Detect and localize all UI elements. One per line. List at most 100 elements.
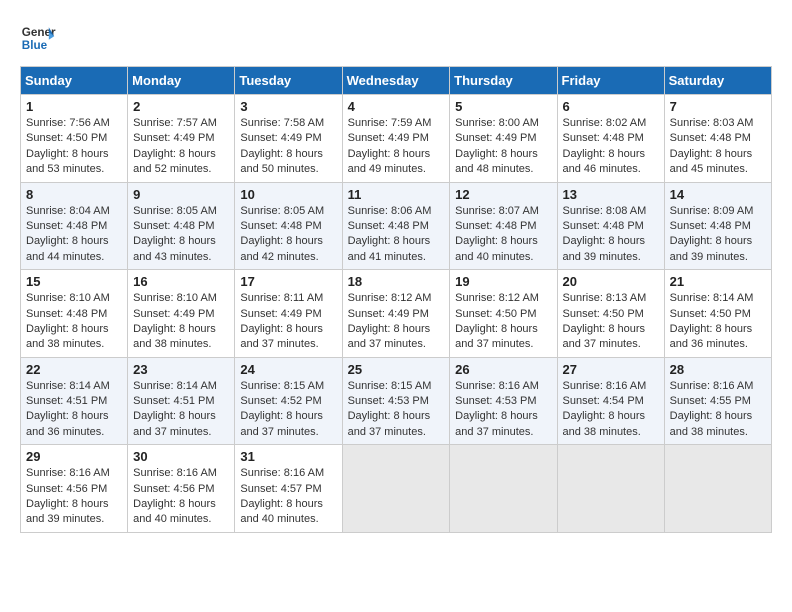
daylight-label: Daylight: 8 hours and 37 minutes. bbox=[563, 323, 646, 350]
sunrise-label: Sunrise: 8:12 AM bbox=[348, 292, 432, 304]
col-header-wednesday: Wednesday bbox=[342, 67, 450, 95]
sunrise-label: Sunrise: 8:13 AM bbox=[563, 292, 647, 304]
daylight-label: Daylight: 8 hours and 40 minutes. bbox=[240, 498, 323, 525]
sunrise-label: Sunrise: 8:15 AM bbox=[348, 380, 432, 392]
day-info: Sunrise: 8:04 AM Sunset: 4:48 PM Dayligh… bbox=[26, 204, 122, 266]
day-cell: 8 Sunrise: 8:04 AM Sunset: 4:48 PM Dayli… bbox=[21, 182, 128, 270]
col-header-thursday: Thursday bbox=[450, 67, 557, 95]
day-cell: 4 Sunrise: 7:59 AM Sunset: 4:49 PM Dayli… bbox=[342, 95, 450, 183]
col-header-monday: Monday bbox=[128, 67, 235, 95]
day-info: Sunrise: 8:05 AM Sunset: 4:48 PM Dayligh… bbox=[133, 204, 229, 266]
day-info: Sunrise: 8:16 AM Sunset: 4:57 PM Dayligh… bbox=[240, 466, 336, 528]
sunrise-label: Sunrise: 8:08 AM bbox=[563, 205, 647, 217]
day-info: Sunrise: 8:00 AM Sunset: 4:49 PM Dayligh… bbox=[455, 116, 551, 178]
day-number: 10 bbox=[240, 187, 336, 202]
day-cell: 24 Sunrise: 8:15 AM Sunset: 4:52 PM Dayl… bbox=[235, 357, 342, 445]
daylight-label: Daylight: 8 hours and 46 minutes. bbox=[563, 148, 646, 175]
day-cell: 1 Sunrise: 7:56 AM Sunset: 4:50 PM Dayli… bbox=[21, 95, 128, 183]
day-info: Sunrise: 8:02 AM Sunset: 4:48 PM Dayligh… bbox=[563, 116, 659, 178]
sunrise-label: Sunrise: 8:00 AM bbox=[455, 117, 539, 129]
svg-text:Blue: Blue bbox=[22, 39, 48, 52]
day-cell: 27 Sunrise: 8:16 AM Sunset: 4:54 PM Dayl… bbox=[557, 357, 664, 445]
day-cell: 17 Sunrise: 8:11 AM Sunset: 4:49 PM Dayl… bbox=[235, 270, 342, 358]
sunset-label: Sunset: 4:51 PM bbox=[26, 395, 107, 407]
week-row-1: 1 Sunrise: 7:56 AM Sunset: 4:50 PM Dayli… bbox=[21, 95, 772, 183]
daylight-label: Daylight: 8 hours and 37 minutes. bbox=[455, 410, 538, 437]
day-number: 26 bbox=[455, 362, 551, 377]
day-number: 27 bbox=[563, 362, 659, 377]
day-info: Sunrise: 8:13 AM Sunset: 4:50 PM Dayligh… bbox=[563, 291, 659, 353]
day-number: 14 bbox=[670, 187, 766, 202]
day-cell bbox=[664, 445, 771, 533]
day-info: Sunrise: 8:16 AM Sunset: 4:53 PM Dayligh… bbox=[455, 379, 551, 441]
day-number: 2 bbox=[133, 99, 229, 114]
sunset-label: Sunset: 4:50 PM bbox=[670, 308, 751, 320]
day-cell: 15 Sunrise: 8:10 AM Sunset: 4:48 PM Dayl… bbox=[21, 270, 128, 358]
daylight-label: Daylight: 8 hours and 39 minutes. bbox=[26, 498, 109, 525]
daylight-label: Daylight: 8 hours and 37 minutes. bbox=[240, 410, 323, 437]
daylight-label: Daylight: 8 hours and 37 minutes. bbox=[348, 410, 431, 437]
day-cell: 11 Sunrise: 8:06 AM Sunset: 4:48 PM Dayl… bbox=[342, 182, 450, 270]
day-number: 1 bbox=[26, 99, 122, 114]
day-number: 22 bbox=[26, 362, 122, 377]
sunset-label: Sunset: 4:50 PM bbox=[563, 308, 644, 320]
sunset-label: Sunset: 4:49 PM bbox=[133, 308, 214, 320]
daylight-label: Daylight: 8 hours and 49 minutes. bbox=[348, 148, 431, 175]
sunrise-label: Sunrise: 7:57 AM bbox=[133, 117, 217, 129]
day-info: Sunrise: 8:11 AM Sunset: 4:49 PM Dayligh… bbox=[240, 291, 336, 353]
sunset-label: Sunset: 4:55 PM bbox=[670, 395, 751, 407]
sunset-label: Sunset: 4:50 PM bbox=[26, 132, 107, 144]
sunrise-label: Sunrise: 8:04 AM bbox=[26, 205, 110, 217]
day-number: 5 bbox=[455, 99, 551, 114]
day-info: Sunrise: 8:16 AM Sunset: 4:56 PM Dayligh… bbox=[26, 466, 122, 528]
daylight-label: Daylight: 8 hours and 40 minutes. bbox=[455, 235, 538, 262]
daylight-label: Daylight: 8 hours and 44 minutes. bbox=[26, 235, 109, 262]
day-number: 18 bbox=[348, 274, 445, 289]
day-number: 15 bbox=[26, 274, 122, 289]
daylight-label: Daylight: 8 hours and 37 minutes. bbox=[133, 410, 216, 437]
day-info: Sunrise: 8:16 AM Sunset: 4:55 PM Dayligh… bbox=[670, 379, 766, 441]
day-number: 17 bbox=[240, 274, 336, 289]
sunrise-label: Sunrise: 7:59 AM bbox=[348, 117, 432, 129]
sunrise-label: Sunrise: 8:10 AM bbox=[26, 292, 110, 304]
day-cell bbox=[557, 445, 664, 533]
day-cell: 16 Sunrise: 8:10 AM Sunset: 4:49 PM Dayl… bbox=[128, 270, 235, 358]
sunset-label: Sunset: 4:49 PM bbox=[133, 132, 214, 144]
day-number: 20 bbox=[563, 274, 659, 289]
day-info: Sunrise: 8:15 AM Sunset: 4:52 PM Dayligh… bbox=[240, 379, 336, 441]
sunrise-label: Sunrise: 8:16 AM bbox=[670, 380, 754, 392]
week-row-4: 22 Sunrise: 8:14 AM Sunset: 4:51 PM Dayl… bbox=[21, 357, 772, 445]
week-row-3: 15 Sunrise: 8:10 AM Sunset: 4:48 PM Dayl… bbox=[21, 270, 772, 358]
day-number: 4 bbox=[348, 99, 445, 114]
sunrise-label: Sunrise: 8:16 AM bbox=[563, 380, 647, 392]
day-cell bbox=[450, 445, 557, 533]
daylight-label: Daylight: 8 hours and 42 minutes. bbox=[240, 235, 323, 262]
day-number: 6 bbox=[563, 99, 659, 114]
daylight-label: Daylight: 8 hours and 43 minutes. bbox=[133, 235, 216, 262]
sunrise-label: Sunrise: 8:11 AM bbox=[240, 292, 323, 304]
sunset-label: Sunset: 4:57 PM bbox=[240, 483, 321, 495]
col-header-sunday: Sunday bbox=[21, 67, 128, 95]
day-cell: 18 Sunrise: 8:12 AM Sunset: 4:49 PM Dayl… bbox=[342, 270, 450, 358]
sunset-label: Sunset: 4:53 PM bbox=[455, 395, 536, 407]
day-cell: 10 Sunrise: 8:05 AM Sunset: 4:48 PM Dayl… bbox=[235, 182, 342, 270]
sunrise-label: Sunrise: 8:05 AM bbox=[240, 205, 324, 217]
calendar-table: SundayMondayTuesdayWednesdayThursdayFrid… bbox=[20, 66, 772, 533]
sunrise-label: Sunrise: 7:56 AM bbox=[26, 117, 110, 129]
sunset-label: Sunset: 4:48 PM bbox=[240, 220, 321, 232]
day-number: 28 bbox=[670, 362, 766, 377]
sunrise-label: Sunrise: 8:02 AM bbox=[563, 117, 647, 129]
daylight-label: Daylight: 8 hours and 37 minutes. bbox=[240, 323, 323, 350]
daylight-label: Daylight: 8 hours and 36 minutes. bbox=[26, 410, 109, 437]
day-info: Sunrise: 8:16 AM Sunset: 4:54 PM Dayligh… bbox=[563, 379, 659, 441]
daylight-label: Daylight: 8 hours and 40 minutes. bbox=[133, 498, 216, 525]
daylight-label: Daylight: 8 hours and 45 minutes. bbox=[670, 148, 753, 175]
day-number: 25 bbox=[348, 362, 445, 377]
day-info: Sunrise: 7:59 AM Sunset: 4:49 PM Dayligh… bbox=[348, 116, 445, 178]
sunrise-label: Sunrise: 8:14 AM bbox=[670, 292, 754, 304]
sunrise-label: Sunrise: 8:09 AM bbox=[670, 205, 754, 217]
day-cell: 23 Sunrise: 8:14 AM Sunset: 4:51 PM Dayl… bbox=[128, 357, 235, 445]
sunrise-label: Sunrise: 8:16 AM bbox=[240, 467, 324, 479]
day-cell: 6 Sunrise: 8:02 AM Sunset: 4:48 PM Dayli… bbox=[557, 95, 664, 183]
sunset-label: Sunset: 4:49 PM bbox=[348, 132, 429, 144]
